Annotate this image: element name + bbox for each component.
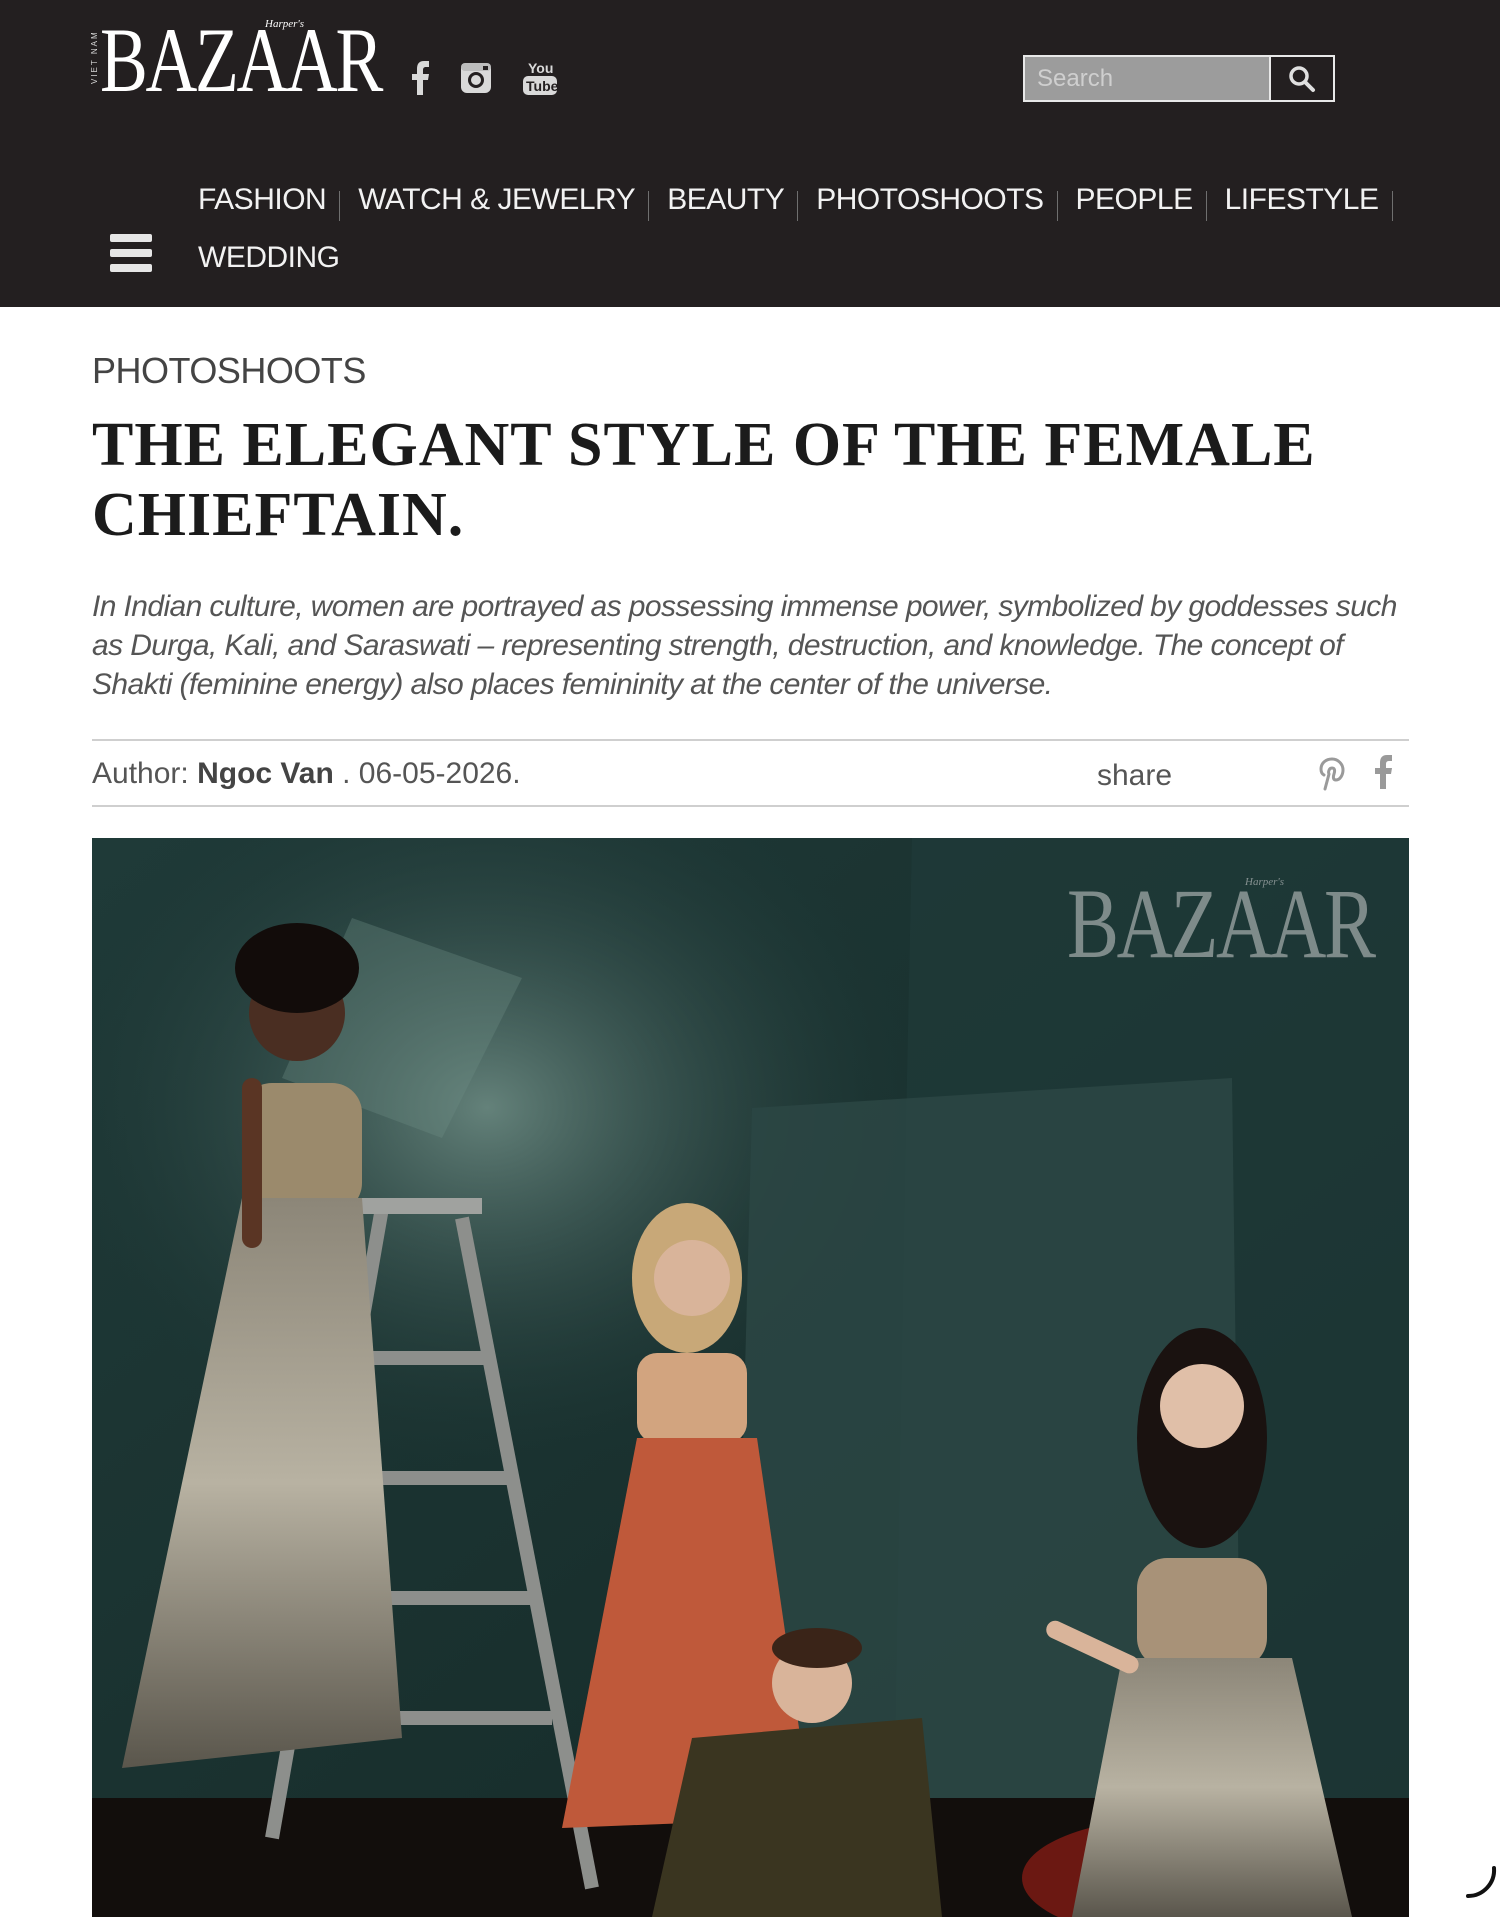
main-nav: FASHION WATCH & JEWELRY BEAUTY PHOTOSHOO… [198,175,1393,274]
article-title: THE ELEGANT STYLE OF THE FEMALE CHIEFTAI… [92,411,1316,549]
search-box [1023,55,1335,102]
nav-row-primary: FASHION WATCH & JEWELRY BEAUTY PHOTOSHOO… [198,175,1393,225]
nav-item-fashion[interactable]: FASHION [198,183,341,221]
nav-item-wedding[interactable]: WEDDING [198,241,354,275]
author-name[interactable]: Ngoc Van [197,757,334,790]
author-line: Author: Ngoc Van . 06-05-2026. [92,757,521,791]
logo-wordmark: BAZAAR [100,9,383,111]
nav-item-photoshoots[interactable]: PHOTOSHOOTS [816,183,1058,221]
author-label: Author: [92,757,189,790]
article-meta-bar: Author: Ngoc Van . 06-05-2026. share [92,739,1409,807]
hero-watermark-harpers: Harper's [1245,876,1285,888]
article-lede: In Indian culture, women are portrayed a… [92,590,1397,701]
share-label: share [1097,759,1173,792]
pinterest-icon[interactable] [1317,755,1347,791]
nav-row-secondary: WEDDING [198,233,372,283]
hero-watermark-logo: BAZAAR [1067,868,1376,979]
search-input[interactable] [1025,57,1269,100]
logo-country-label: VIET NAM [90,30,99,84]
svg-text:Tube: Tube [526,78,559,94]
site-header: VIET NAM BAZAAR Harper's You Tube FASHIO… [0,0,1500,307]
hero-photo-illustration [92,838,1409,1917]
search-icon [1289,65,1315,92]
hero-image[interactable]: BAZAAR Harper's [92,838,1409,1917]
logo-harpers-label: Harper's [265,18,305,30]
facebook-share-icon[interactable] [1374,755,1398,791]
nav-item-watch-jewelry[interactable]: WATCH & JEWELRY [358,183,650,221]
youtube-icon[interactable]: You Tube [518,58,562,98]
menu-icon[interactable] [110,234,152,272]
nav-item-lifestyle[interactable]: LIFESTYLE [1225,183,1393,221]
nav-item-people[interactable]: PEOPLE [1076,183,1207,221]
loading-spinner-icon [1466,1866,1497,1899]
facebook-icon[interactable] [405,58,435,98]
publish-date: . 06-05-2026. [333,757,521,790]
svg-text:You: You [528,60,553,76]
nav-item-beauty[interactable]: BEAUTY [667,183,799,221]
article-category[interactable]: PHOTOSHOOTS [92,350,366,392]
search-button[interactable] [1269,57,1333,100]
instagram-icon[interactable] [458,58,494,98]
